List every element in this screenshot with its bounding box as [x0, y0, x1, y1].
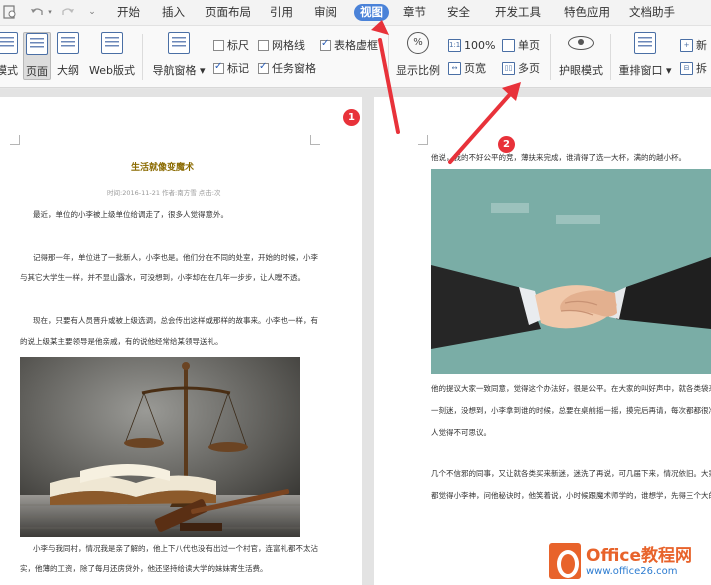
office26-logo: Office教程网 www.office26.com	[549, 540, 707, 582]
arrow-to-view-tab	[378, 38, 400, 134]
office-logo-icon	[549, 543, 581, 579]
arrow-head-icon	[371, 20, 389, 35]
logo-brand: Office教程网	[586, 545, 693, 566]
annotation-arrows	[371, 20, 521, 164]
step-badge-2: 2	[498, 136, 515, 153]
logo-url: www.office26.com	[586, 565, 678, 577]
step-badge-1: 1	[343, 109, 360, 126]
